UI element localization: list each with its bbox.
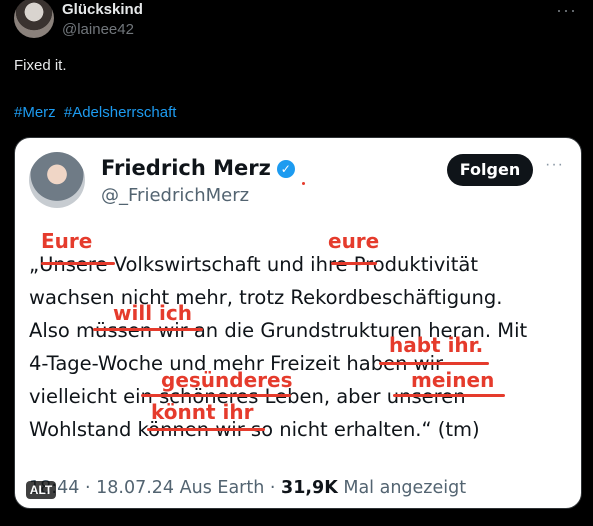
inner-more-icon: ··· (545, 156, 564, 173)
more-options-icon[interactable]: ··· (556, 0, 577, 21)
strike-ihre (331, 262, 377, 265)
post-media-image[interactable]: Friedrich Merz ✓ @_FriedrichMerz Folgen ·… (14, 137, 582, 509)
post-text: Fixed it. (14, 57, 67, 74)
follow-button: Folgen (447, 154, 533, 186)
quote-text: „Unsere Volkswirtschaft und ihre Produkt… (29, 248, 569, 446)
merz-name-text: Friedrich Merz (101, 156, 271, 180)
red-dot (302, 182, 305, 185)
quote-line: wachsen nicht mehr, trotz Rekordbeschäft… (29, 286, 503, 309)
correction-meinen: meinen (411, 368, 495, 392)
hashtag-adelsherrschaft[interactable]: #Adelsherrschaft (64, 104, 177, 121)
merz-handle: @_FriedrichMerz (101, 185, 250, 206)
strike-koennen-wir (147, 428, 265, 431)
correction-will-ich: will ich (113, 301, 192, 325)
tweet-location: Aus Earth (179, 478, 265, 498)
strike-schoeneres (141, 394, 291, 397)
alt-badge[interactable]: ALT (26, 481, 56, 499)
author-handle[interactable]: @lainee42 (62, 21, 134, 38)
author-name[interactable]: Glückskind (62, 1, 143, 18)
strike-unsere (41, 262, 115, 265)
author-avatar[interactable] (14, 0, 54, 38)
correction-koennt-ihr: könnt ihr (151, 400, 254, 424)
post: Glückskind @lainee42 ··· Fixed it. #Merz… (0, 0, 593, 526)
strike-muessen-wir (93, 328, 203, 331)
tweet-views: 31,9K (281, 478, 338, 498)
merz-name: Friedrich Merz ✓ (101, 156, 295, 180)
correction-eure-2: eure (328, 229, 380, 253)
verified-icon: ✓ (276, 160, 295, 178)
hashtag-merz[interactable]: #Merz (14, 104, 56, 121)
correction-eure-1: Eure (41, 229, 93, 253)
strike-unseren (393, 394, 505, 397)
correction-habt-ihr: habt ihr. (389, 333, 484, 357)
quote-line: Wohlstand können wir so nicht erhalten.“… (29, 418, 480, 441)
tweet-views-label: Mal angezeigt (343, 478, 467, 498)
tweet-date: 18.07.24 (96, 478, 175, 498)
strike-haben-wir (379, 362, 489, 365)
correction-gesuenderes: gesünderes (161, 368, 293, 392)
tweet-meta: 18:44 · 18.07.24 Aus Earth · 31,9K Mal a… (29, 478, 466, 498)
hashtags: #Merz #Adelsherrschaft (14, 104, 180, 121)
merz-avatar (29, 152, 85, 208)
